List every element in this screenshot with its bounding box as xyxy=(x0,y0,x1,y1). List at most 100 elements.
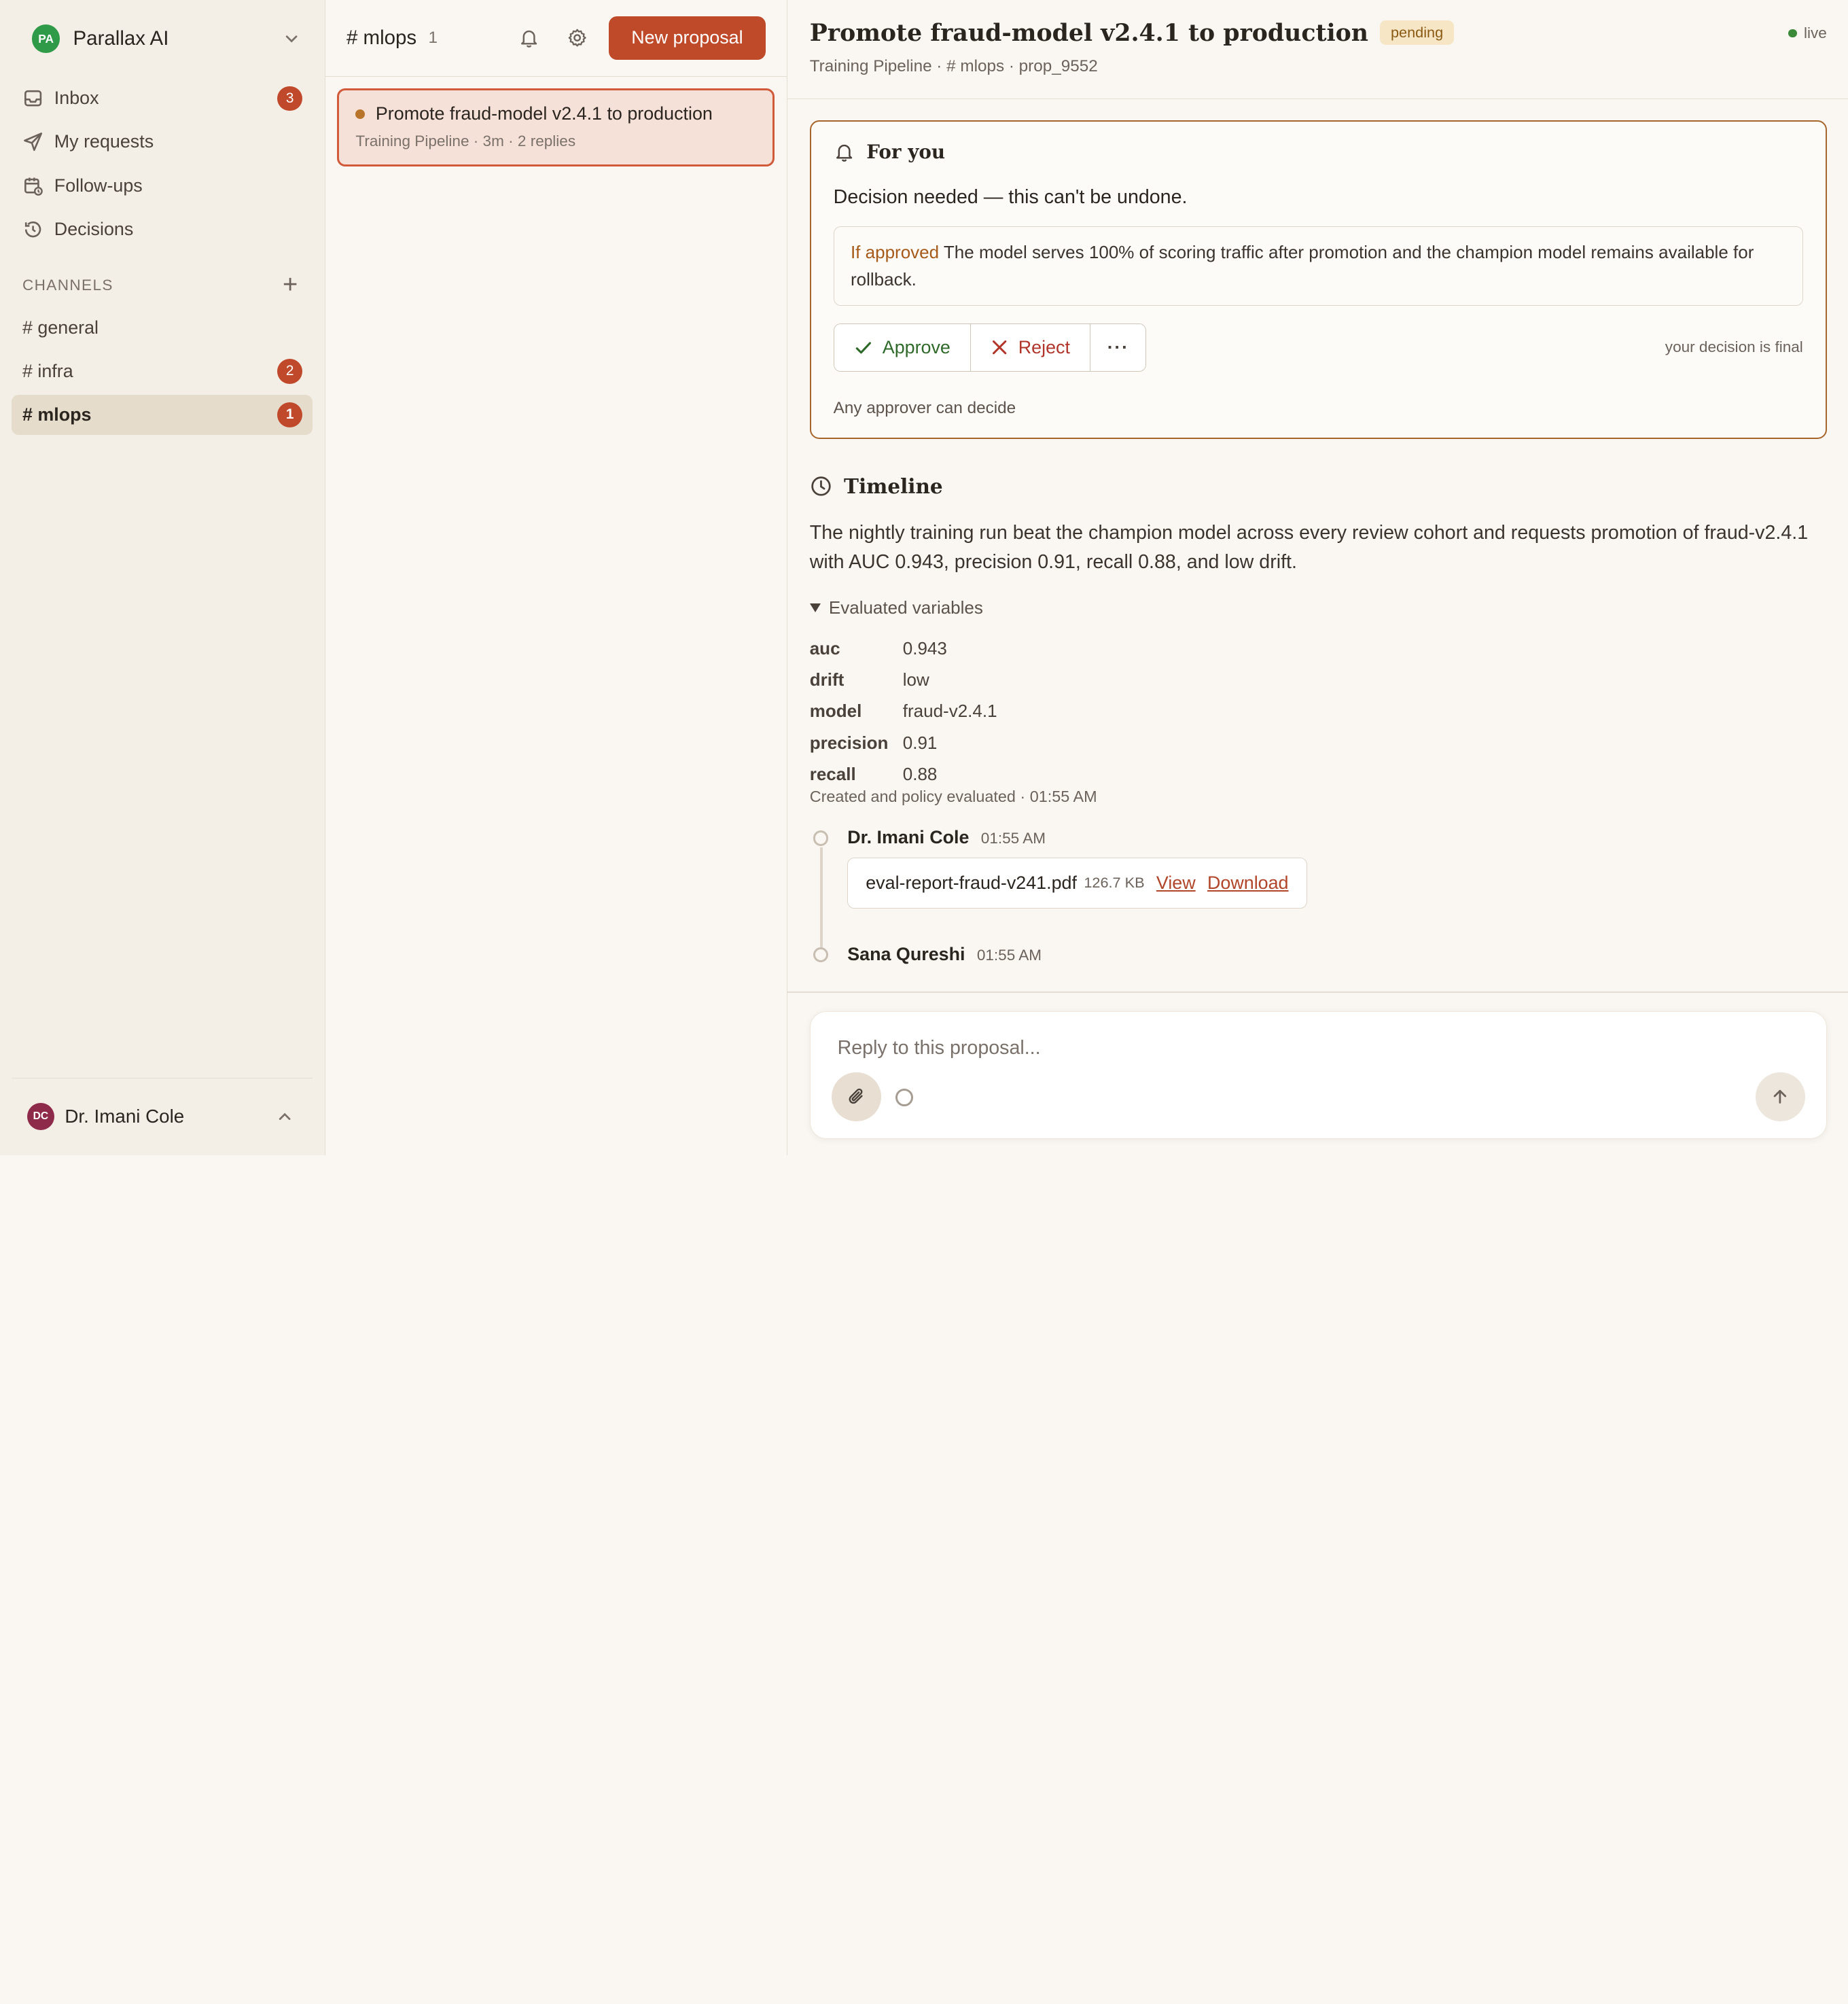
detail-scroll-area[interactable]: For you Decision needed — this can't be … xyxy=(787,99,1848,993)
workspace-avatar: PA xyxy=(31,24,60,54)
chevron-down-icon[interactable] xyxy=(280,27,304,51)
proposal-list-item[interactable]: Promote fraud-model v2.4.1 to production… xyxy=(337,88,775,166)
variable-row: recall 0.88 xyxy=(810,758,1827,790)
attachment-size: 126.7 KB xyxy=(1084,874,1145,892)
approval-consequence: If approved The model serves 100% of sco… xyxy=(833,226,1803,306)
attachment: eval-report-fraud-v241.pdf 126.7 KB View… xyxy=(847,858,1307,909)
channel-infra[interactable]: # infra 2 xyxy=(12,351,313,391)
timeline-event: Dr. Imani Cole 01:55 AM eval-report-frau… xyxy=(810,827,1827,960)
paperclip-icon[interactable] xyxy=(831,1072,881,1122)
proposal-detail: Promote fraud-model v2.4.1 to production… xyxy=(787,0,1848,1155)
variable-row: drift low xyxy=(810,664,1827,695)
triangle-down-icon xyxy=(809,603,821,614)
nav-item-inbox[interactable]: Inbox 3 xyxy=(12,77,313,120)
variables-table: auc 0.943 drift low model fraud-v2.4.1 prec… xyxy=(810,633,1827,790)
variable-key: precision xyxy=(809,732,889,753)
live-dot xyxy=(1788,29,1797,38)
workspace-name: Parallax AI xyxy=(73,27,169,50)
nav-item-follow-ups[interactable]: Follow-ups xyxy=(12,164,313,207)
close-icon xyxy=(992,340,1007,355)
event-time: 01:55 AM xyxy=(976,946,1042,964)
channel-general[interactable]: # general xyxy=(12,308,313,348)
nav-item-label: Inbox xyxy=(54,88,99,109)
reply-composer: Reply to this proposal... xyxy=(809,1011,1827,1139)
clock-icon xyxy=(811,476,831,497)
approve-button[interactable]: Approve xyxy=(834,323,971,371)
timeline-node-icon xyxy=(813,947,829,963)
reject-label: Reject xyxy=(1018,336,1070,357)
view-link[interactable]: View xyxy=(1156,873,1196,894)
decision-notice: Decision needed — this can't be undone. xyxy=(833,186,1188,209)
unread-badge: 2 xyxy=(277,359,302,384)
evaluated-variables-label: Evaluated variables xyxy=(828,597,983,618)
nav-item-decisions[interactable]: Decisions xyxy=(12,207,313,251)
variable-key: recall xyxy=(809,763,856,784)
proposal-list-pane: # mlops 1 New proposal Promote fraud-mod… xyxy=(325,0,787,1155)
breadcrumb: Training Pipeline · # mlops · prop_9552 xyxy=(809,57,1098,76)
event-time: 01:55 AM xyxy=(980,830,1046,847)
page-title: Promote fraud-model v2.4.1 to production xyxy=(809,18,1369,47)
timeline-event: Sana Qureshi 01:55 AM xyxy=(810,944,1827,965)
event-author: Dr. Imani Cole xyxy=(847,827,970,848)
proposal-count: 1 xyxy=(428,28,438,47)
variable-row: auc 0.943 xyxy=(810,633,1827,664)
workspace-switcher[interactable]: PA Parallax AI xyxy=(31,20,304,58)
evaluated-variables-toggle[interactable]: Evaluated variables xyxy=(809,597,1827,618)
new-proposal-button[interactable]: New proposal xyxy=(609,16,766,60)
more-icon: ··· xyxy=(1107,336,1129,357)
inbox-icon xyxy=(24,90,42,107)
variable-key: drift xyxy=(809,669,845,690)
status-badge: pending xyxy=(1380,20,1454,46)
timeline-heading: Timeline xyxy=(844,474,943,499)
channel-label: # mlops xyxy=(22,404,92,425)
channel-label: # infra xyxy=(22,360,73,381)
app: PA Parallax AI Inbox 3 My requests Follo… xyxy=(0,0,1848,1155)
if-approved-text: The model serves 100% of scoring traffic… xyxy=(850,241,1754,289)
variable-key: model xyxy=(809,701,862,722)
proposal-meta: Training Pipeline · 3m · 2 replies xyxy=(355,133,576,150)
approver-policy: Any approver can decide xyxy=(833,398,1016,417)
reject-button[interactable]: Reject xyxy=(970,323,1090,371)
nav-item-my-requests[interactable]: My requests xyxy=(12,120,313,164)
for-you-heading: For you xyxy=(866,140,946,163)
download-link[interactable]: Download xyxy=(1207,873,1289,894)
timeline-header: Timeline xyxy=(810,474,1827,498)
pending-dot xyxy=(355,109,366,119)
sidebar: PA Parallax AI Inbox 3 My requests Follo… xyxy=(0,0,325,1155)
bell-icon xyxy=(836,144,852,162)
detail-header: Promote fraud-model v2.4.1 to production… xyxy=(787,0,1848,99)
timeline-connector xyxy=(820,847,823,960)
if-approved-label: If approved xyxy=(850,241,940,262)
gear-icon[interactable] xyxy=(559,20,594,56)
live-indicator: live xyxy=(1788,24,1827,42)
reply-input[interactable]: Reply to this proposal... xyxy=(838,1037,1041,1059)
variable-value: 0.88 xyxy=(902,763,938,784)
live-label: live xyxy=(1803,24,1827,42)
send-icon xyxy=(24,133,43,152)
variable-value: 0.91 xyxy=(902,732,938,753)
decision-final-note: your decision is final xyxy=(1665,338,1803,356)
avatar: DC xyxy=(26,1103,54,1131)
variable-row: model fraud-v2.4.1 xyxy=(810,696,1827,727)
primary-nav: Inbox 3 My requests Follow-ups Decisions xyxy=(0,77,325,251)
unread-badge: 1 xyxy=(277,402,302,427)
nav-item-label: My requests xyxy=(54,131,154,152)
check-icon xyxy=(855,341,872,353)
more-options-button[interactable]: ··· xyxy=(1090,323,1146,371)
unread-badge: 3 xyxy=(277,86,302,111)
channel-label: # general xyxy=(22,317,99,338)
divider xyxy=(787,991,1848,993)
send-arrow-icon[interactable] xyxy=(1755,1072,1805,1122)
variable-key: auc xyxy=(809,637,840,658)
variable-value: low xyxy=(902,669,929,690)
chevron-up-icon[interactable] xyxy=(272,1105,296,1129)
list-header: # mlops 1 New proposal xyxy=(325,0,787,77)
bell-icon[interactable] xyxy=(511,20,546,56)
decision-button-group: Approve Reject ··· xyxy=(833,323,1147,372)
status-circle-icon[interactable] xyxy=(895,1088,913,1106)
user-name: Dr. Imani Cole xyxy=(65,1106,185,1127)
add-channel-icon[interactable]: + xyxy=(283,272,299,298)
channel-mlops[interactable]: # mlops 1 xyxy=(12,395,313,435)
user-menu[interactable]: DC Dr. Imani Cole xyxy=(12,1077,313,1155)
history-icon xyxy=(24,221,41,237)
